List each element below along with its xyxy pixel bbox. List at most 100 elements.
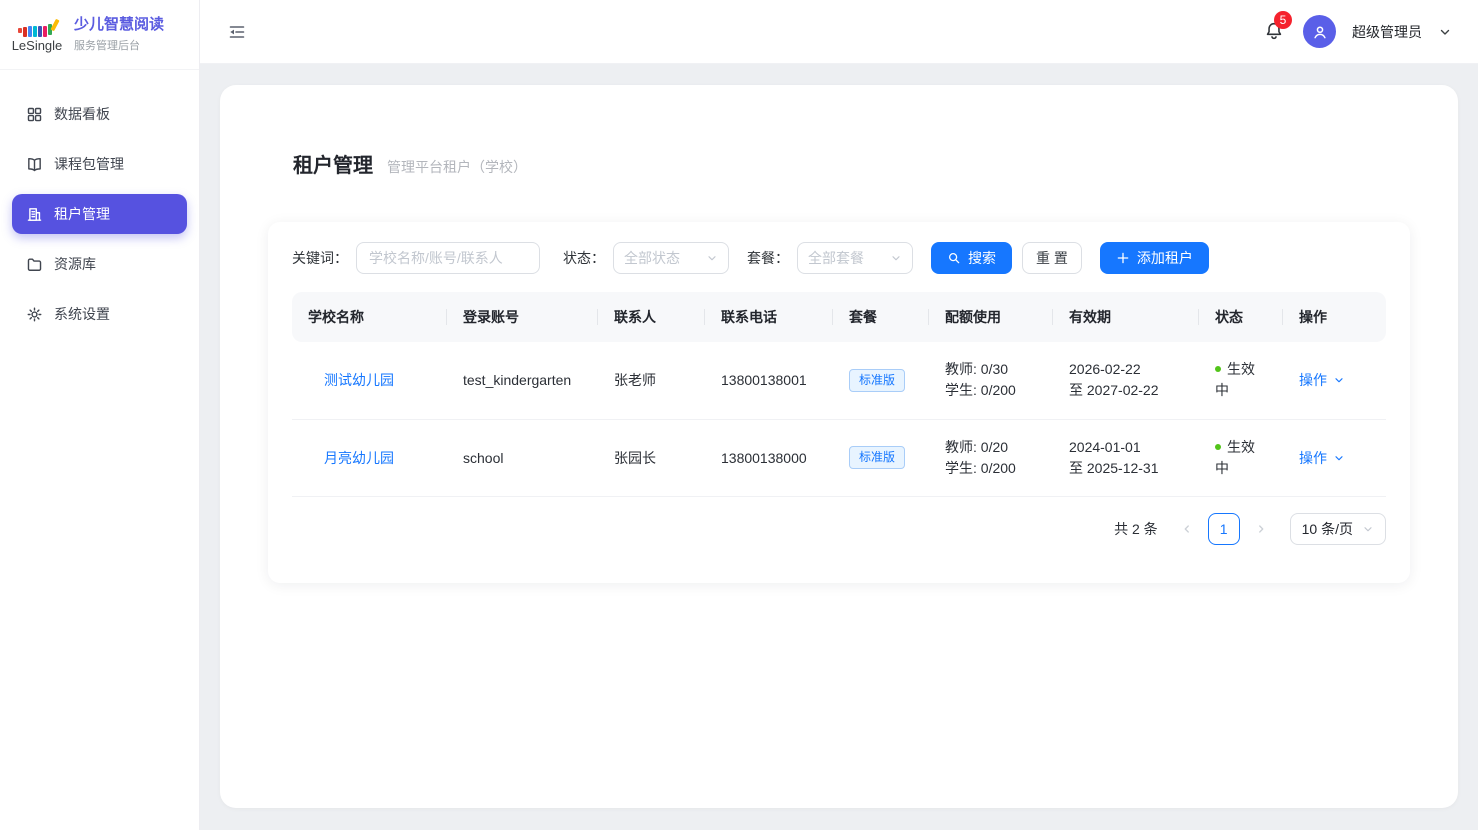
table-row: 测试幼儿园 test_kindergarten 张老师 13800138001 …	[292, 342, 1386, 419]
avatar[interactable]	[1303, 15, 1336, 48]
dashboard-grid-icon	[26, 106, 43, 123]
cell-status: 生效中	[1199, 342, 1283, 419]
status-dot-icon	[1215, 366, 1221, 372]
cell-contact: 张老师	[598, 342, 705, 419]
page-subtitle: 管理平台租户（学校）	[387, 157, 527, 177]
chevron-down-icon	[1362, 523, 1374, 535]
package-badge: 标准版	[849, 446, 905, 469]
sidebar-item-resources[interactable]: 资源库	[12, 244, 187, 284]
current-user-name[interactable]: 超级管理员	[1352, 22, 1422, 42]
sidebar-item-label: 课程包管理	[54, 154, 124, 174]
cell-school-name: 测试幼儿园	[292, 342, 447, 419]
sidebar-collapse-button[interactable]	[226, 21, 248, 43]
cell-login-account: test_kindergarten	[447, 342, 598, 419]
sidebar-item-course-packages[interactable]: 课程包管理	[12, 144, 187, 184]
quota-teachers: 教师: 0/30	[945, 359, 1053, 380]
column-header-phone: 联系电话	[705, 292, 833, 342]
cell-validity: 2026-02-22 至 2027-02-22	[1053, 342, 1199, 419]
validity-end: 至 2025-12-31	[1069, 458, 1199, 479]
sidebar-item-label: 系统设置	[54, 304, 110, 324]
content-card: 租户管理 管理平台租户（学校） 关键词： 状态： 全部状态 套餐： 全	[220, 85, 1458, 808]
sidebar-item-dashboard[interactable]: 数据看板	[12, 94, 187, 134]
cell-status: 生效中	[1199, 419, 1283, 496]
pagination-prev-button[interactable]	[1174, 516, 1200, 542]
page-size-select[interactable]: 10 条/页	[1290, 513, 1386, 545]
cell-actions: 操作	[1283, 419, 1386, 496]
tenant-panel: 关键词： 状态： 全部状态 套餐： 全部套餐	[268, 222, 1410, 583]
column-header-contact: 联系人	[598, 292, 705, 342]
quota-teachers: 教师: 0/20	[945, 437, 1053, 458]
header-right-cluster: 5 超级管理员	[1263, 15, 1452, 48]
quota-students: 学生: 0/200	[945, 380, 1053, 401]
cell-phone: 13800138000	[705, 419, 833, 496]
pagination-page-1[interactable]: 1	[1208, 513, 1240, 545]
sidebar-item-tenants[interactable]: 租户管理	[12, 194, 187, 234]
add-tenant-button[interactable]: 添加租户	[1100, 242, 1209, 274]
sidebar: LeSingle 少儿智慧阅读 服务管理后台 数据看板 课程包管理 租户管理	[0, 0, 200, 830]
validity-start: 2026-02-22	[1069, 359, 1199, 380]
table-row: 月亮幼儿园 school 张园长 13800138000 标准版 教师: 0/2…	[292, 419, 1386, 496]
pagination-total: 共 2 条	[1114, 519, 1158, 539]
brand-subtitle: 服务管理后台	[74, 37, 164, 53]
notifications-button[interactable]: 5	[1263, 20, 1287, 44]
column-header-account: 登录账号	[447, 292, 598, 342]
open-book-icon	[26, 156, 43, 173]
plus-icon	[1116, 251, 1130, 265]
sidebar-item-label: 租户管理	[54, 204, 110, 224]
row-actions-dropdown[interactable]: 操作	[1299, 448, 1345, 468]
building-icon	[26, 206, 43, 223]
chevron-down-icon[interactable]	[1438, 25, 1452, 39]
gear-icon	[26, 306, 43, 323]
sidebar-item-label: 资源库	[54, 254, 96, 274]
column-header-quota: 配额使用	[929, 292, 1053, 342]
column-header-school: 学校名称	[292, 292, 447, 342]
validity-start: 2024-01-01	[1069, 437, 1199, 458]
column-header-actions: 操作	[1283, 292, 1386, 342]
cell-package: 标准版	[833, 419, 929, 496]
sidebar-item-settings[interactable]: 系统设置	[12, 294, 187, 334]
sidebar-item-label: 数据看板	[54, 104, 110, 124]
add-tenant-button-label: 添加租户	[1137, 248, 1193, 268]
chevron-down-icon	[1333, 374, 1345, 386]
cell-validity: 2024-01-01 至 2025-12-31	[1053, 419, 1199, 496]
brand-logo-text: LeSingle	[12, 38, 63, 53]
status-badge: 生效中	[1215, 361, 1255, 398]
chevron-left-icon	[1181, 523, 1193, 535]
cell-phone: 13800138001	[705, 342, 833, 419]
package-select-value: 全部套餐	[808, 248, 864, 268]
school-name-link[interactable]: 测试幼儿园	[324, 372, 394, 388]
cell-quota: 教师: 0/30 学生: 0/200	[929, 342, 1053, 419]
cell-school-name: 月亮幼儿园	[292, 419, 447, 496]
package-select[interactable]: 全部套餐	[797, 242, 913, 274]
filter-toolbar: 关键词： 状态： 全部状态 套餐： 全部套餐	[292, 242, 1386, 274]
row-actions-label: 操作	[1299, 370, 1327, 390]
search-button-label: 搜索	[968, 248, 996, 268]
reset-button-label: 重 置	[1036, 248, 1068, 268]
keyword-input[interactable]	[356, 242, 540, 274]
page-title-row: 租户管理 管理平台租户（学校）	[293, 149, 1410, 178]
reset-button[interactable]: 重 置	[1022, 242, 1082, 274]
column-header-package: 套餐	[833, 292, 929, 342]
top-header: 5 超级管理员	[200, 0, 1478, 64]
search-button[interactable]: 搜索	[931, 242, 1012, 274]
status-select[interactable]: 全部状态	[613, 242, 729, 274]
notification-badge: 5	[1274, 11, 1292, 29]
status-dot-icon	[1215, 444, 1221, 450]
column-header-status: 状态	[1199, 292, 1283, 342]
row-actions-dropdown[interactable]: 操作	[1299, 370, 1345, 390]
school-name-link[interactable]: 月亮幼儿园	[324, 450, 394, 466]
cell-quota: 教师: 0/20 学生: 0/200	[929, 419, 1053, 496]
quota-students: 学生: 0/200	[945, 458, 1053, 479]
pagination: 共 2 条 1 10 条/页	[292, 513, 1386, 545]
main-content-area: 租户管理 管理平台租户（学校） 关键词： 状态： 全部状态 套餐： 全	[200, 64, 1478, 830]
pagination-next-button[interactable]	[1248, 516, 1274, 542]
chevron-right-icon	[1255, 523, 1267, 535]
status-badge: 生效中	[1215, 439, 1255, 476]
brand-logo: LeSingle	[10, 17, 64, 53]
cell-actions: 操作	[1283, 342, 1386, 419]
search-icon	[947, 251, 961, 265]
table-header-row: 学校名称 登录账号 联系人 联系电话 套餐 配额使用 有效期 状态 操作	[292, 292, 1386, 342]
keyword-label: 关键词：	[292, 248, 348, 268]
validity-end: 至 2027-02-22	[1069, 380, 1199, 401]
brand-text: 少儿智慧阅读 服务管理后台	[74, 16, 164, 53]
